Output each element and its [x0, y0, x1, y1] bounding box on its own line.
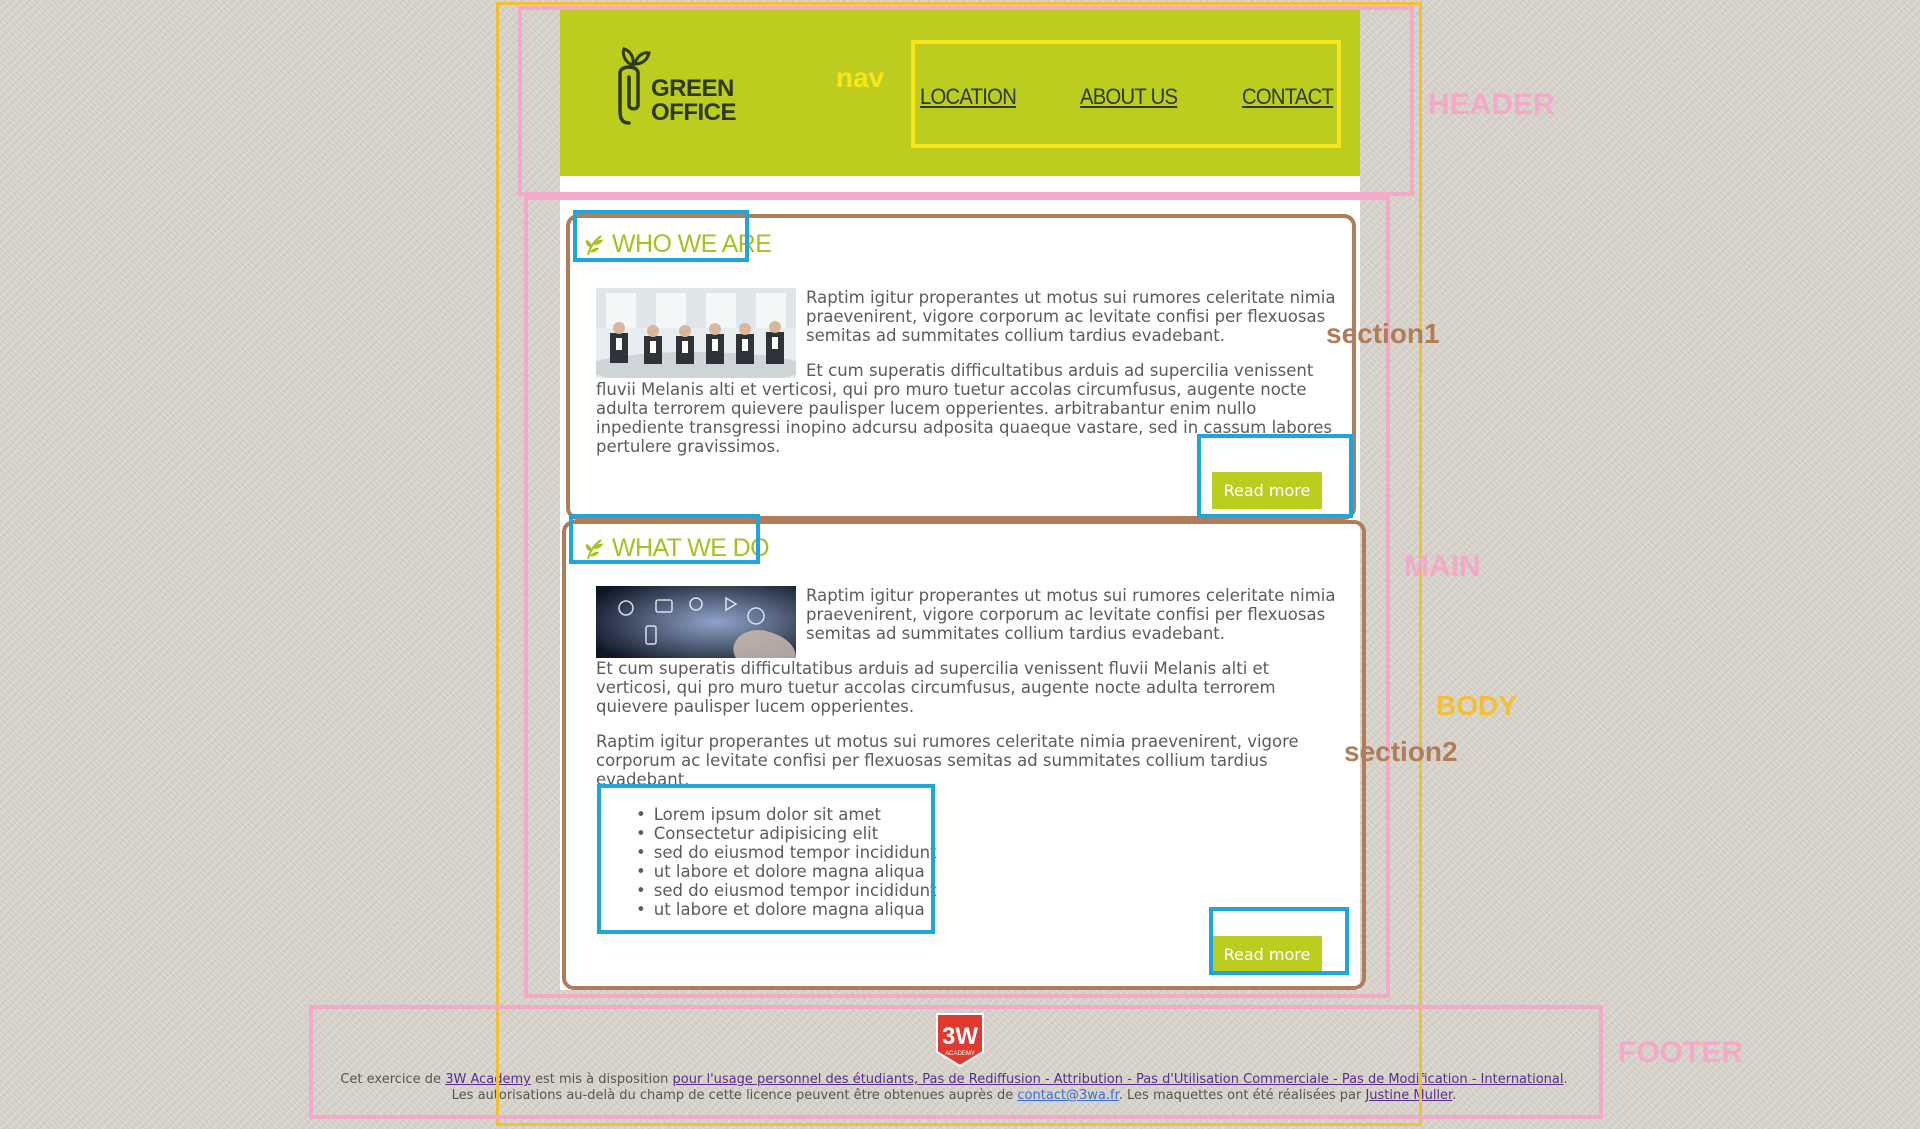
- badge-sub-text: ACADEMY: [945, 1051, 975, 1057]
- badge-main-text: 3W: [942, 1023, 978, 1050]
- list-item: Lorem ipsum dolor sit amet: [636, 805, 1336, 824]
- footer-text: . Les maquettes ont été réalisées par: [1118, 1088, 1366, 1103]
- list-item: ut labore et dolore magna aliqua: [636, 900, 1336, 919]
- read-more-button[interactable]: Read more: [1212, 472, 1322, 509]
- 3w-academy-badge[interactable]: 3W ACADEMY: [935, 1012, 985, 1068]
- digital-icons-photo: [596, 586, 796, 658]
- feature-list: Lorem ipsum dolor sit amet Consectetur a…: [596, 805, 1336, 919]
- section-title-what-we-do: WHAT WE DO: [584, 534, 770, 563]
- nav-link-location[interactable]: LOCATION: [920, 84, 1017, 110]
- list-item: sed do eiusmod tempor incididunt: [636, 881, 1336, 900]
- annotation-label-header: HEADER: [1428, 88, 1555, 121]
- footer-text: Les autorisations au-delà du champ de ce…: [451, 1088, 1018, 1103]
- logo-line-green: GREEN: [651, 75, 734, 102]
- annotation-label-main: MAIN: [1404, 550, 1481, 583]
- section-title-text: WHAT WE DO: [612, 534, 770, 562]
- annotation-label-section2: section2: [1344, 736, 1458, 767]
- annotation-label-nav: nav: [836, 62, 885, 93]
- section-title-who-we-are: WHO WE ARE: [584, 230, 772, 259]
- footer-text: .: [1452, 1088, 1457, 1103]
- footer-text: .: [1563, 1072, 1568, 1087]
- nav-link-contact[interactable]: CONTACT: [1242, 84, 1334, 110]
- logo-wordmark: GREEN OFFICE: [651, 75, 737, 126]
- list-item: sed do eiusmod tempor incididunt: [636, 843, 1336, 862]
- section-paragraph: Raptim igitur properantes ut motus sui r…: [596, 732, 1299, 789]
- footer-text: Cet exercice de: [340, 1072, 446, 1087]
- team-meeting-photo: [596, 288, 796, 378]
- section-paragraph: Et cum superatis difficultatibus arduis …: [596, 659, 1276, 716]
- list-item: ut labore et dolore magna aliqua: [636, 862, 1336, 881]
- leaf-sprig-icon: [585, 234, 603, 255]
- list-item: Consectetur adipisicing elit: [636, 824, 1336, 843]
- section-title-text: WHO WE ARE: [612, 230, 772, 258]
- page-container: GREEN OFFICE LOCATION ABOUT US CONTACT W…: [560, 10, 1360, 990]
- leaf-sprig-icon: [585, 538, 603, 559]
- nav-link-about-us[interactable]: ABOUT US: [1080, 84, 1178, 110]
- paperclip-leaf-icon: [618, 47, 651, 125]
- site-header: GREEN OFFICE LOCATION ABOUT US CONTACT: [560, 10, 1360, 176]
- site-logo[interactable]: GREEN OFFICE: [617, 39, 737, 139]
- section-body-what-we-do: Raptim igitur properantes ut motus sui r…: [596, 586, 1336, 919]
- read-more-button[interactable]: Read more: [1212, 936, 1322, 973]
- annotation-label-body: BODY: [1436, 690, 1517, 721]
- logo-line-office: OFFICE: [651, 99, 737, 126]
- footer-link-author[interactable]: Justine Muller: [1365, 1088, 1452, 1103]
- footer-text: est mis à disposition: [530, 1072, 673, 1087]
- footer-credits-line: Les autorisations au-delà du champ de ce…: [304, 1088, 1604, 1104]
- main-nav: LOCATION ABOUT US CONTACT: [920, 84, 1341, 110]
- footer-link-license[interactable]: pour l'usage personnel des étudiants, Pa…: [673, 1072, 1564, 1087]
- section-what-we-do: WHAT WE DO Raptim igitur properantes ut …: [572, 528, 1346, 990]
- annotation-label-section1: section1: [1326, 318, 1440, 349]
- footer-license-line: Cet exercice de 3W Academy est mis à dis…: [304, 1072, 1604, 1088]
- annotation-label-footer: FOOTER: [1618, 1036, 1743, 1069]
- section-who-we-are: WHO WE ARE Raptim igitur properantes ut …: [572, 216, 1346, 524]
- footer-link-email[interactable]: contact@3wa.fr: [1017, 1088, 1118, 1103]
- footer-link-3w-academy[interactable]: 3W Academy: [445, 1072, 531, 1087]
- section-body-who-we-are: Raptim igitur properantes ut motus sui r…: [596, 288, 1336, 472]
